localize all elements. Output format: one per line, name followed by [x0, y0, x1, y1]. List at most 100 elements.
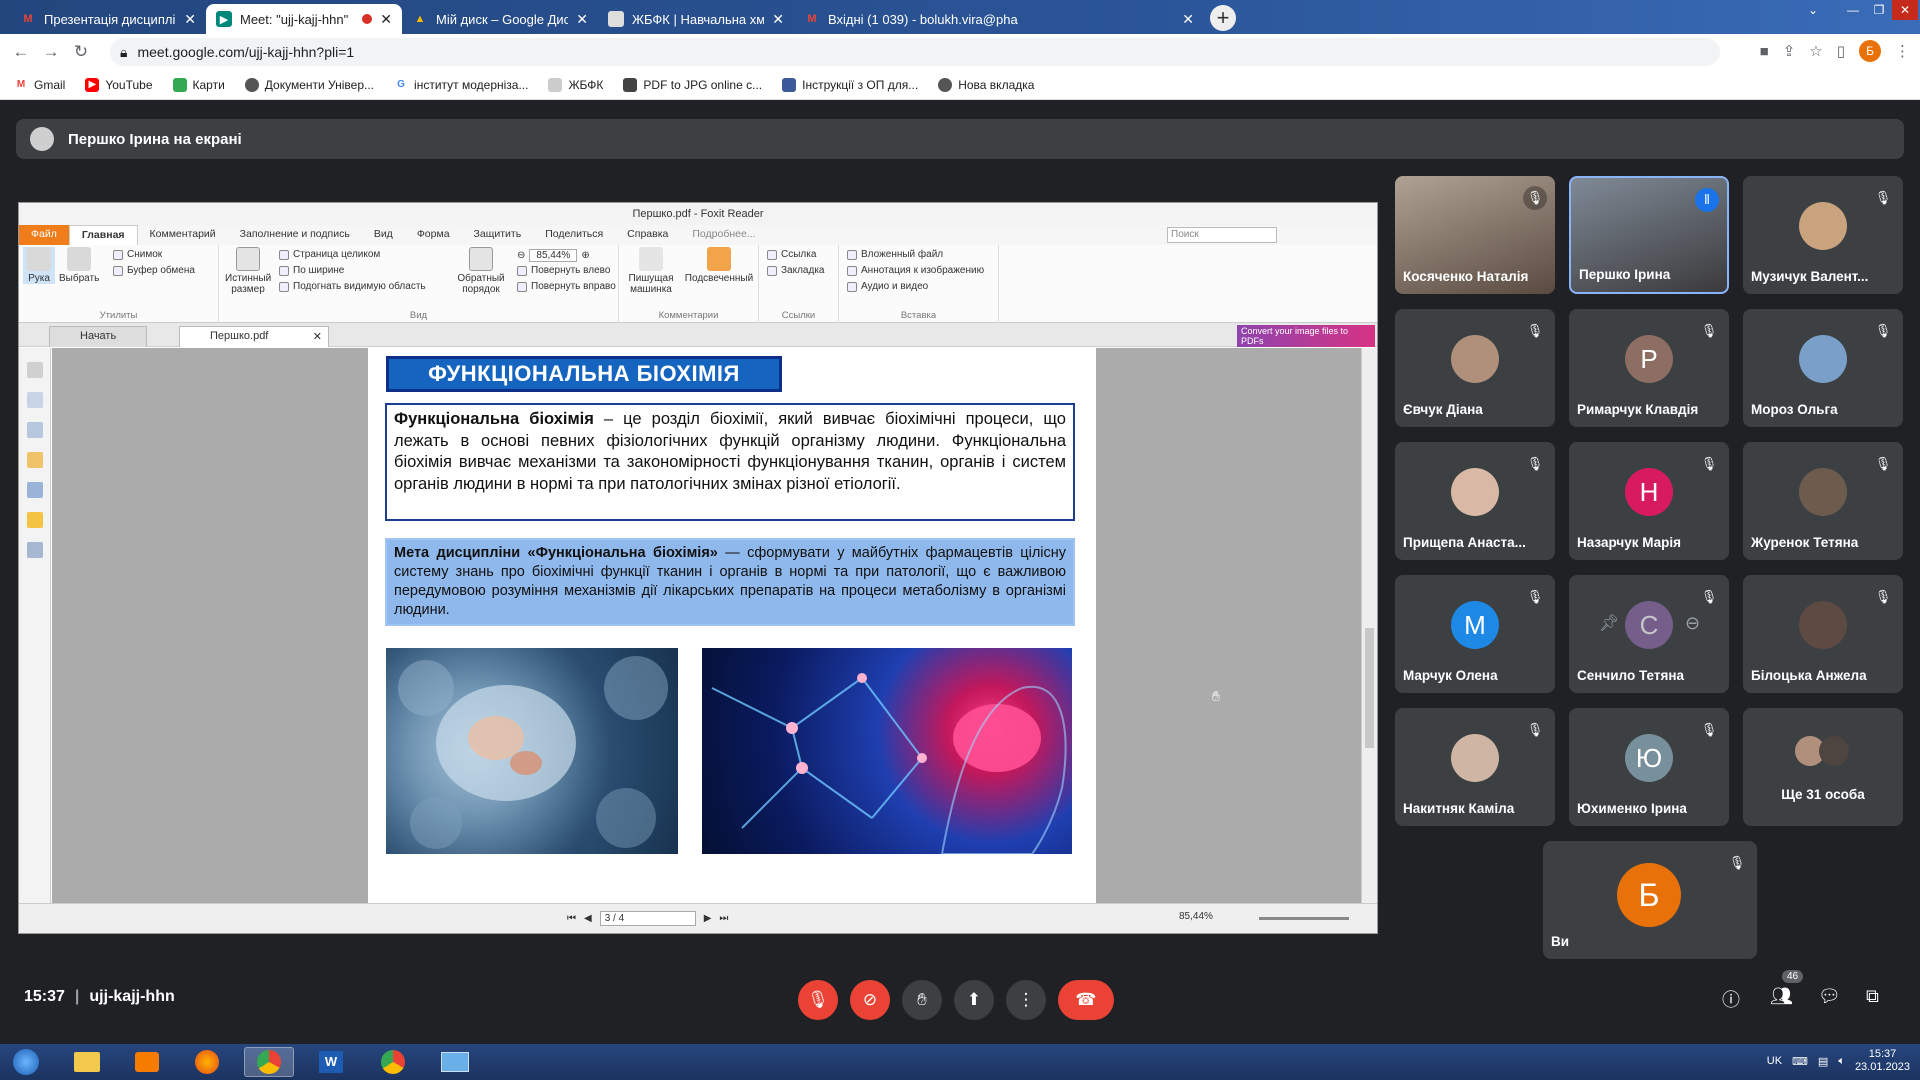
doc-tab-pdf[interactable]: Першко.pdf ✕: [179, 326, 329, 347]
mic-toggle-button[interactable]: 🎙︎: [798, 980, 838, 1020]
participant-tile-4[interactable]: 🎙︎ Р Римарчук Клавдія: [1569, 309, 1729, 427]
image-annotation-button[interactable]: Аннотация к изображению: [847, 265, 984, 276]
leave-call-button[interactable]: ☎︎: [1058, 980, 1114, 1020]
taskbar-explorer[interactable]: [62, 1047, 112, 1077]
embedded-file-button[interactable]: Вложенный файл: [847, 249, 943, 260]
tab-drive[interactable]: ▲ Мій диск – Google Диск ✕: [402, 4, 598, 34]
bookmark-instructions[interactable]: Інструкції з ОП для...: [782, 77, 918, 92]
participant-tile-13[interactable]: 🎙︎ Ю Юхименко Ірина: [1569, 708, 1729, 826]
url-field[interactable]: 🔒︎ meet.google.com/ujj-kajj-hhn?pli=1: [110, 38, 1720, 66]
page-number-field[interactable]: 3 / 4: [599, 911, 696, 926]
close-window-button[interactable]: ✕: [1892, 0, 1918, 20]
participant-tile-7[interactable]: 🎙︎ Н Назарчук Марія: [1569, 442, 1729, 560]
maximize-button[interactable]: ❐: [1866, 0, 1892, 20]
profile-avatar[interactable]: Б: [1859, 40, 1881, 62]
participant-tile-11[interactable]: 🎙︎ Білоцька Анжела: [1743, 575, 1903, 693]
close-icon[interactable]: ✕: [576, 11, 588, 28]
start-button[interactable]: [4, 1047, 48, 1077]
menu-home[interactable]: Главная: [68, 225, 138, 245]
foxit-search-input[interactable]: Поиск: [1167, 227, 1277, 243]
bookmark-maps[interactable]: Карти: [172, 77, 225, 92]
taskbar-chrome[interactable]: [244, 1047, 294, 1077]
participant-tile-5[interactable]: 🎙︎ Мороз Ольга: [1743, 309, 1903, 427]
chat-icon[interactable]: 💬︎: [1818, 986, 1841, 1007]
camera-toggle-button[interactable]: ⊘: [850, 980, 890, 1020]
fit-visible-button[interactable]: Подогнать видимую область: [279, 281, 426, 292]
tab-presentation[interactable]: M Презентація дисциплін за вибо ✕: [10, 4, 206, 34]
prev-page-icon[interactable]: ◀: [584, 913, 592, 924]
people-icon[interactable]: 👥︎: [1770, 986, 1793, 1007]
taskbar-chrome-2[interactable]: [368, 1047, 418, 1077]
audio-video-button[interactable]: Аудио и видео: [847, 281, 928, 292]
participant-tile-2[interactable]: 🎙︎ Музичук Валент...: [1743, 176, 1903, 294]
menu-help[interactable]: Справка: [615, 225, 680, 245]
keyboard-icon[interactable]: ⌨: [1792, 1055, 1808, 1068]
participant-tile-3[interactable]: 🎙︎ Євчук Діана: [1395, 309, 1555, 427]
menu-comment[interactable]: Комментарий: [138, 225, 228, 245]
bookmark-institute[interactable]: Gінститут модернізa...: [394, 78, 528, 92]
volume-icon[interactable]: 🔈︎: [1838, 1055, 1845, 1068]
close-icon[interactable]: ✕: [380, 11, 392, 28]
bookmark-docs[interactable]: Документи Універ...: [244, 77, 374, 92]
network-icon[interactable]: ▤: [1818, 1055, 1828, 1068]
highlight-button[interactable]: Подсвеченный: [681, 247, 757, 284]
full-page-button[interactable]: Страница целиком: [279, 249, 380, 260]
taskbar-media[interactable]: [122, 1047, 172, 1077]
snapshot-button[interactable]: Снимок: [113, 249, 162, 260]
reload-icon[interactable]: ↻: [66, 42, 96, 62]
close-icon[interactable]: ✕: [184, 11, 196, 28]
pages-icon[interactable]: [26, 362, 43, 378]
star-icon[interactable]: ☆: [1809, 42, 1822, 60]
actual-size-button[interactable]: Истинный размер: [225, 247, 271, 295]
participant-tile-1[interactable]: ⦀ Першко Ірина: [1569, 176, 1729, 294]
participant-tile-9[interactable]: 🎙︎ М Марчук Олена: [1395, 575, 1555, 693]
menu-icon[interactable]: ⋮: [1895, 42, 1910, 60]
back-icon[interactable]: ←: [6, 42, 36, 62]
language-indicator[interactable]: UK: [1767, 1055, 1782, 1067]
hand-tool[interactable]: Рука: [23, 247, 55, 284]
layers-icon[interactable]: [26, 422, 43, 438]
bookmark-gmail[interactable]: M Gmail: [14, 78, 66, 92]
tab-search-icon[interactable]: ⌄: [1800, 0, 1826, 20]
taskbar-window[interactable]: [430, 1047, 480, 1077]
menu-share[interactable]: Поделиться: [533, 225, 615, 245]
select-tool[interactable]: Выбрать: [59, 247, 99, 284]
close-icon[interactable]: ✕: [772, 11, 784, 28]
remove-icon[interactable]: ⊖: [1685, 613, 1700, 634]
convert-promo-banner[interactable]: Convert your image files to PDFs: [1237, 325, 1375, 347]
close-icon[interactable]: ✕: [1182, 11, 1194, 28]
clipboard-button[interactable]: Буфер обмена: [113, 265, 195, 276]
doc-tab-start[interactable]: Начать: [49, 326, 148, 347]
attachments-icon[interactable]: [26, 482, 43, 498]
first-page-icon[interactable]: ⏮: [567, 913, 576, 924]
tab-meet[interactable]: ▶ Meet: "ujj-kajj-hhn" ✕: [206, 4, 402, 34]
reverse-order-button[interactable]: Обратный порядок: [457, 247, 505, 295]
security-lock-icon[interactable]: [26, 512, 43, 528]
participant-tile-0[interactable]: 🎙︎ Косяченко Наталія: [1395, 176, 1555, 294]
activities-icon[interactable]: ⧉: [1866, 986, 1879, 1007]
bookmark-zhbfk[interactable]: ЖБФК: [548, 77, 603, 92]
forward-icon[interactable]: →: [36, 42, 66, 62]
rotate-left-button[interactable]: Повернуть влево: [517, 265, 610, 276]
menu-view[interactable]: Вид: [362, 225, 405, 245]
self-tile[interactable]: 🎙︎ Б Ви: [1543, 841, 1757, 959]
menu-fill-sign[interactable]: Заполнение и подпись: [228, 225, 362, 245]
participant-tile-8[interactable]: 🎙︎ Журенок Тетяна: [1743, 442, 1903, 560]
zoom-field[interactable]: 85,44%: [529, 249, 578, 262]
document-viewport[interactable]: ФУНКЦІОНАЛЬНА БІОХІМІЯ Функціональна біо…: [52, 348, 1362, 903]
bookmark-pdf[interactable]: PDF to JPG online c...: [623, 77, 762, 92]
menu-file[interactable]: Файл: [19, 225, 69, 245]
share-icon[interactable]: ⇪: [1783, 42, 1796, 60]
taskbar-firefox[interactable]: [182, 1047, 232, 1077]
typewriter-button[interactable]: Пишущая машинка: [623, 247, 679, 295]
comments-icon[interactable]: [26, 452, 43, 468]
participant-tile-6[interactable]: 🎙︎ Прищепа Анаста...: [1395, 442, 1555, 560]
menu-form[interactable]: Форма: [405, 225, 462, 245]
new-tab-button[interactable]: +: [1210, 5, 1236, 31]
zoom-slider[interactable]: [1259, 917, 1349, 920]
tab-inbox[interactable]: M Вхідні (1 039) - bolukh.vira@pha ✕: [794, 4, 1204, 34]
close-icon[interactable]: ✕: [313, 330, 322, 343]
link-button[interactable]: Ссылка: [767, 249, 816, 260]
bookmark-youtube[interactable]: ▶ YouTube: [85, 77, 153, 92]
participant-tile-10[interactable]: 🎙︎ 📌︎ С ⊖ Сенчило Тетяна: [1569, 575, 1729, 693]
